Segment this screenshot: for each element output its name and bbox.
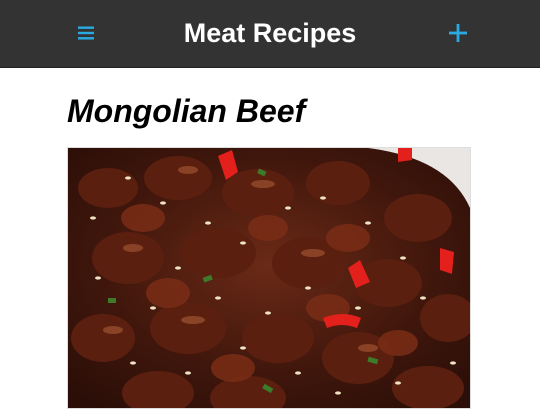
recipe-title: Mongolian Beef bbox=[67, 93, 306, 129]
recipe-photo-image bbox=[68, 148, 470, 408]
add-recipe-button[interactable] bbox=[446, 20, 470, 46]
plus-icon bbox=[449, 24, 467, 42]
app-header: Meat Recipes bbox=[0, 0, 540, 68]
recipe-photo bbox=[67, 147, 471, 409]
